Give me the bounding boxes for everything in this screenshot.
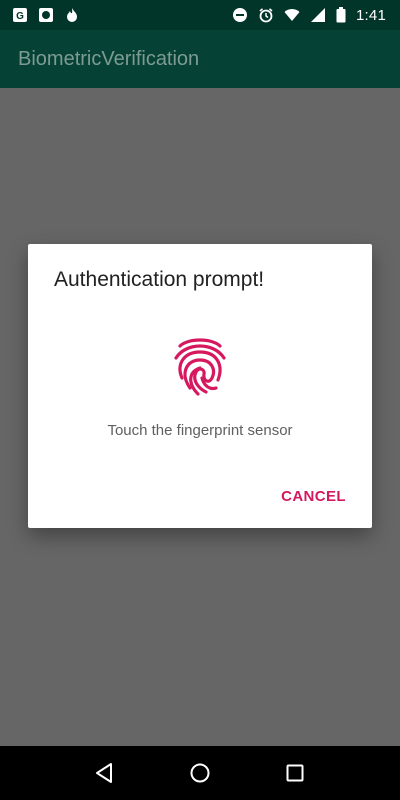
fingerprint-icon bbox=[174, 338, 226, 396]
app-title: BiometricVerification bbox=[18, 47, 200, 70]
home-icon[interactable] bbox=[180, 753, 220, 793]
dialog-message: Touch the fingerprint sensor bbox=[107, 422, 293, 439]
biometric-dialog: Authentication prompt! Touch the fingerp… bbox=[28, 244, 372, 528]
alarm-icon bbox=[258, 7, 274, 23]
dialog-title: Authentication prompt! bbox=[54, 268, 265, 291]
svg-text:G: G bbox=[16, 11, 24, 22]
back-icon[interactable] bbox=[85, 753, 125, 793]
navigation-bar bbox=[0, 746, 400, 800]
wifi-icon bbox=[284, 7, 300, 23]
flame-icon bbox=[64, 7, 80, 23]
record-icon bbox=[38, 7, 54, 23]
screen: G 1:41 BiometricVerification Authenticat… bbox=[0, 0, 400, 800]
battery-icon bbox=[336, 7, 346, 23]
status-bar-left: G bbox=[12, 7, 80, 23]
signal-icon bbox=[310, 7, 326, 23]
app-bar: BiometricVerification bbox=[0, 30, 400, 88]
g-app-icon: G bbox=[12, 7, 28, 23]
do-not-disturb-icon bbox=[232, 7, 248, 23]
status-time: 1:41 bbox=[356, 6, 386, 24]
recents-icon[interactable] bbox=[275, 753, 315, 793]
status-bar-right: 1:41 bbox=[232, 7, 386, 24]
status-bar: G 1:41 bbox=[0, 0, 400, 30]
cancel-button[interactable]: CANCEL bbox=[281, 488, 346, 505]
